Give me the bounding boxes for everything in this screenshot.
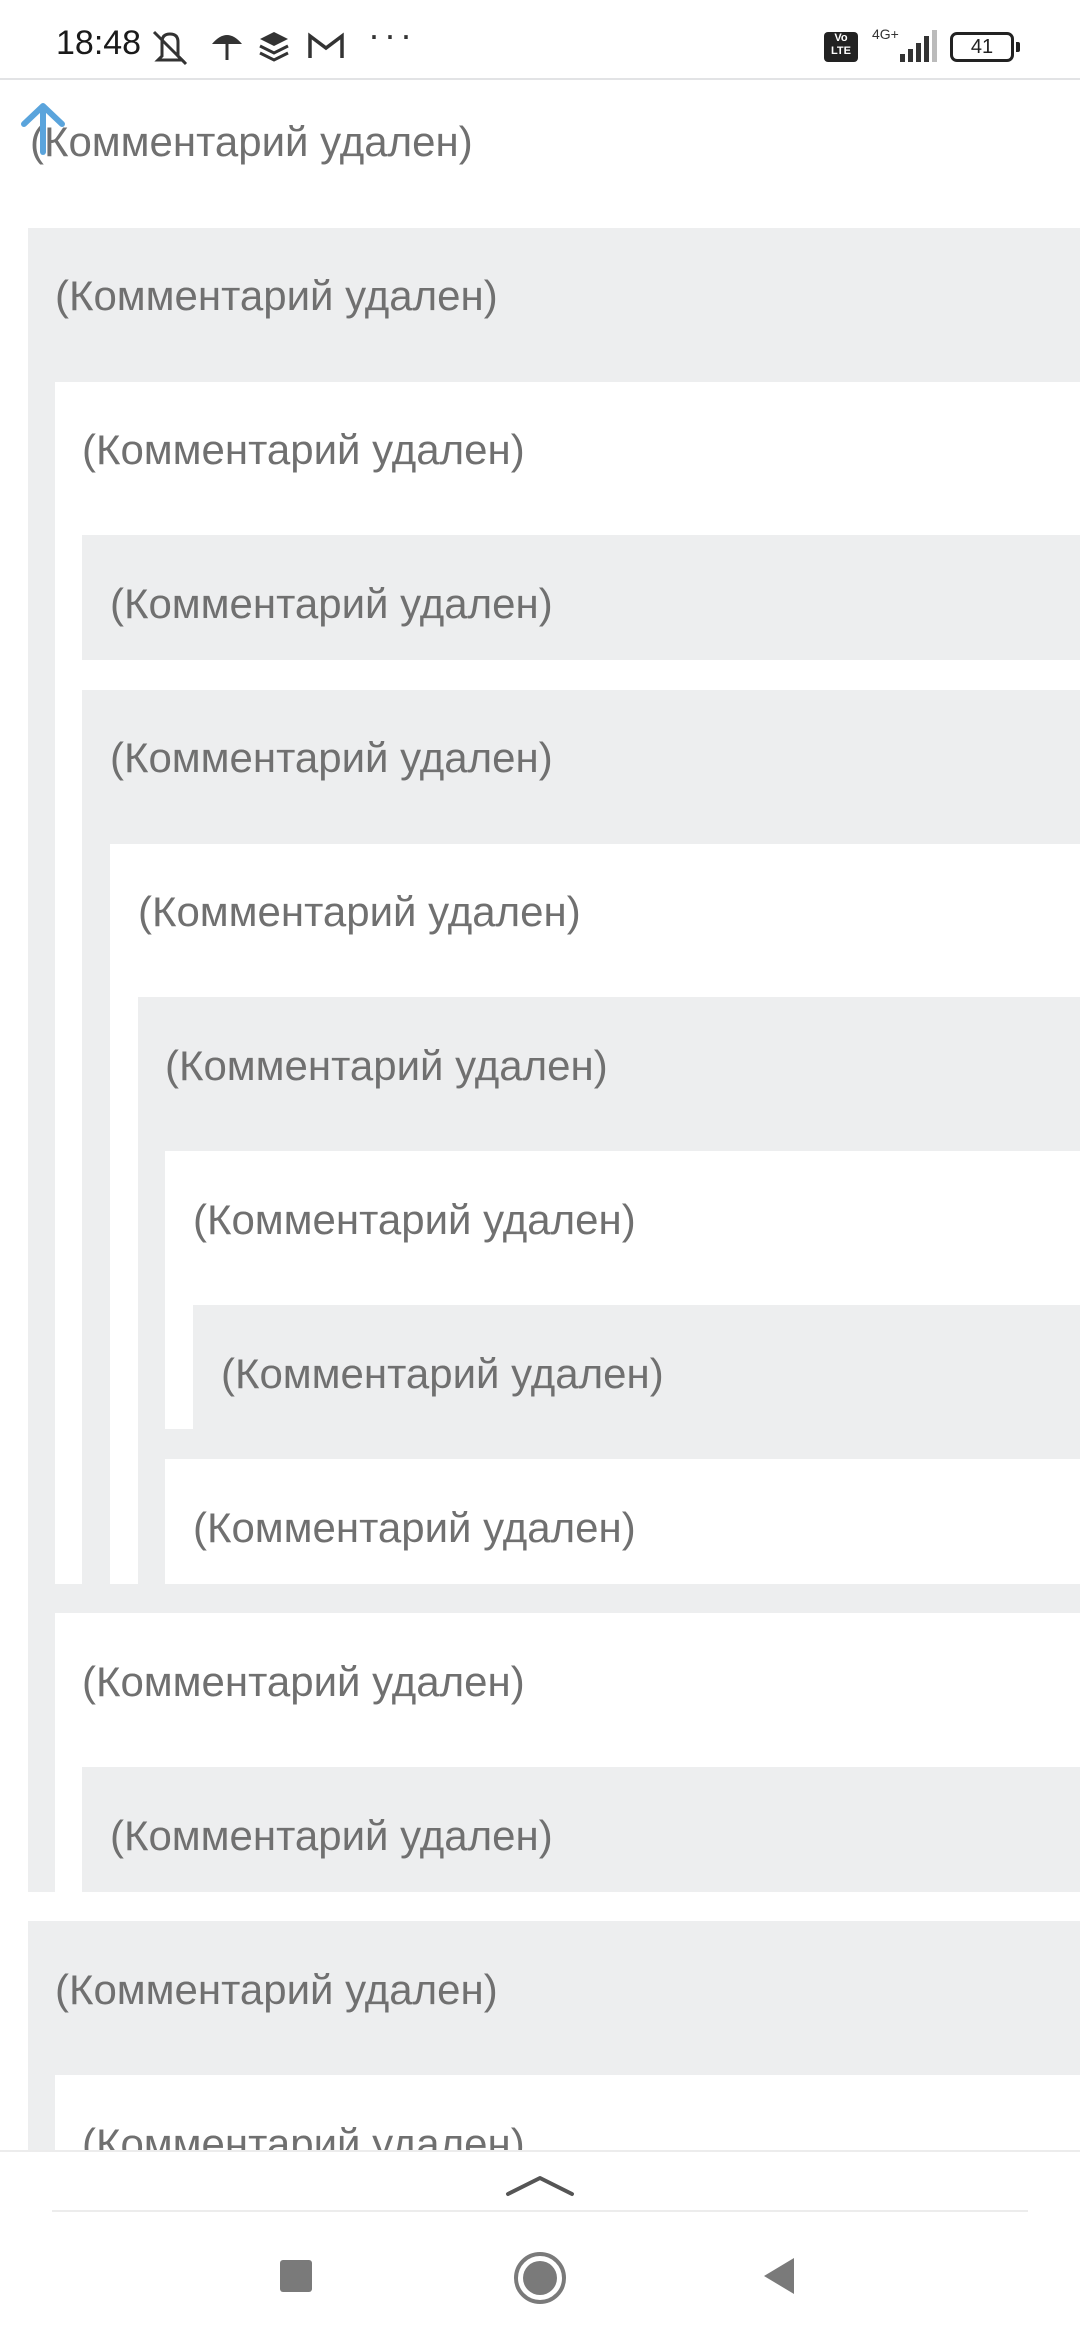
comment-text: (Комментарий удален) [193,1504,636,1551]
comment-text: (Комментарий удален) [165,1042,608,1089]
battery-indicator: 41 [950,32,1020,62]
gmail-icon [308,32,344,58]
comment-text: (Комментарий удален) [193,1196,636,1243]
status-bar: 18:48 ··· Vo LTE 4G+ 41 [0,0,1080,80]
status-time: 18:48 [56,24,142,62]
comment-text: (Комментарий удален) [110,734,553,781]
comment-text: (Комментарий удален) [110,1812,553,1859]
layers-icon [259,32,289,62]
bottom-navigation [0,2150,1080,2342]
comment-text: (Комментарий удален) [221,1350,664,1397]
chevron-up-icon[interactable] [504,2172,576,2198]
umbrella-icon [212,35,242,60]
mute-icon [152,30,188,66]
signal-icon [900,30,937,62]
comment-text: (Комментарий удален) [138,888,581,935]
comment-text: (Комментарий удален) [110,580,553,627]
volte-icon: Vo LTE [824,32,858,62]
more-notifications-icon: ··· [368,14,416,55]
comment-text: (Комментарий удален) [55,272,498,319]
comment-text: (Комментарий удален) [30,118,473,165]
divider [52,2210,1028,2212]
recents-button[interactable] [278,2258,314,2294]
comment-text: (Комментарий удален) [82,426,525,473]
comment-text: (Комментарий удален) [82,1658,525,1705]
comment-text: (Комментарий удален) [55,1966,498,2013]
back-button[interactable] [760,2256,798,2296]
scroll-up-icon[interactable] [18,100,68,156]
home-button[interactable] [512,2250,568,2306]
